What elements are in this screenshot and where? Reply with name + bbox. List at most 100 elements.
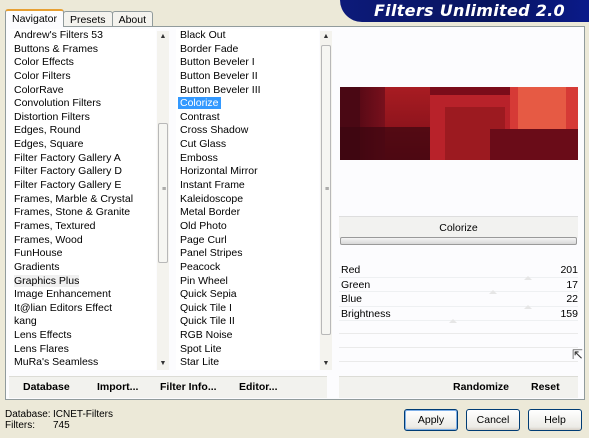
filter-item[interactable]: Contrast bbox=[176, 111, 319, 125]
tab-navigator[interactable]: Navigator bbox=[5, 9, 64, 27]
param-value: 201 bbox=[560, 264, 578, 276]
category-list[interactable]: Andrew's Filters 53 Buttons & Frames Color… bbox=[10, 29, 156, 370]
category-item[interactable]: Filter Factory Gallery E bbox=[10, 179, 156, 193]
tab-presets[interactable]: Presets bbox=[62, 11, 113, 27]
filter-item[interactable]: Button Beveler I bbox=[176, 56, 319, 70]
category-item[interactable]: Edges, Square bbox=[10, 138, 156, 152]
randomize-button[interactable]: Randomize bbox=[453, 381, 509, 393]
filter-item[interactable]: Cross Shadow bbox=[176, 124, 319, 138]
filter-item[interactable]: Button Beveler II bbox=[176, 70, 319, 84]
item-label: Gradients bbox=[14, 260, 60, 273]
filter-item[interactable]: Horizontal Mirror bbox=[176, 165, 319, 179]
item-label: FunHouse bbox=[14, 247, 63, 260]
filter-info-button[interactable]: Filter Info... bbox=[160, 381, 217, 393]
scroll-down-arrow-icon[interactable]: ▼ bbox=[157, 358, 169, 370]
filter-item[interactable]: Emboss bbox=[176, 152, 319, 166]
param-row-blue[interactable]: Blue 22 bbox=[339, 292, 578, 309]
filter-item[interactable]: Quick Tile II bbox=[176, 315, 319, 329]
scroll-thumb[interactable]: ≡ bbox=[321, 45, 331, 335]
filter-item[interactable]: Metal Border bbox=[176, 206, 319, 220]
category-item[interactable]: Filter Factory Gallery D bbox=[10, 165, 156, 179]
mouse-cursor-icon: ⇱ bbox=[572, 347, 583, 362]
item-label: Old Photo bbox=[180, 219, 227, 232]
item-label: Pin Wheel bbox=[180, 274, 228, 287]
category-item[interactable]: Filter Factory Gallery A bbox=[10, 152, 156, 166]
item-label: Frames, Textured bbox=[14, 219, 96, 232]
filter-item[interactable]: Instant Frame bbox=[176, 179, 319, 193]
category-item[interactable]: Edges, Round bbox=[10, 124, 156, 138]
filter-item[interactable]: Cut Glass bbox=[176, 138, 319, 152]
help-button[interactable]: Help bbox=[528, 409, 582, 431]
item-label: Edges, Square bbox=[14, 138, 84, 151]
filter-item[interactable]: Kaleidoscope bbox=[176, 193, 319, 207]
filter-item[interactable]: Old Photo bbox=[176, 220, 319, 234]
category-item[interactable]: Frames, Textured bbox=[10, 220, 156, 234]
param-row-green[interactable]: Green 17 bbox=[339, 278, 578, 294]
category-scrollbar[interactable]: ▲ ≡ ▼ bbox=[157, 31, 169, 370]
apply-button[interactable]: Apply bbox=[404, 409, 458, 431]
category-item[interactable]: MuRa's Seamless bbox=[10, 356, 156, 370]
reset-button[interactable]: Reset bbox=[531, 381, 560, 393]
category-item[interactable]: Lens Effects bbox=[10, 329, 156, 343]
filter-item[interactable]: Button Beveler III bbox=[176, 84, 319, 98]
item-label: Black Out bbox=[180, 29, 226, 41]
item-label: Frames, Marble & Crystal bbox=[14, 192, 134, 205]
database-label: Database: bbox=[5, 409, 51, 420]
scroll-thumb[interactable]: ≡ bbox=[158, 123, 168, 263]
scroll-up-arrow-icon[interactable]: ▲ bbox=[157, 31, 169, 43]
category-item[interactable]: FunHouse bbox=[10, 247, 156, 261]
cancel-button[interactable]: Cancel bbox=[466, 409, 520, 431]
filter-item[interactable]: Black Out bbox=[176, 29, 319, 43]
category-item[interactable]: Frames, Wood bbox=[10, 234, 156, 248]
filter-scrollbar[interactable]: ▲ ≡ ▼ bbox=[320, 31, 332, 370]
item-label: Page Curl bbox=[180, 233, 227, 246]
category-item[interactable]: It@lian Editors Effect bbox=[10, 302, 156, 316]
database-button[interactable]: Database bbox=[23, 381, 70, 393]
item-label: Convolution Filters bbox=[14, 97, 101, 110]
filter-item[interactable]: RGB Noise bbox=[176, 329, 319, 343]
scroll-up-arrow-icon[interactable]: ▲ bbox=[320, 31, 332, 43]
editor-button[interactable]: Editor... bbox=[239, 381, 278, 393]
item-label: Colorize bbox=[178, 97, 221, 110]
category-item[interactable]: kang bbox=[10, 315, 156, 329]
category-item[interactable]: Andrew's Filters 53 bbox=[10, 29, 156, 43]
filter-item[interactable]: Quick Sepia bbox=[176, 288, 319, 302]
category-item[interactable]: Color Effects bbox=[10, 56, 156, 70]
scroll-down-arrow-icon[interactable]: ▼ bbox=[320, 358, 332, 370]
item-label: Filter Factory Gallery D bbox=[14, 165, 122, 178]
category-item[interactable]: Color Filters bbox=[10, 70, 156, 84]
param-row-red[interactable]: Red 201 bbox=[339, 263, 578, 280]
preview-image bbox=[340, 87, 578, 160]
tab-about[interactable]: About bbox=[111, 11, 154, 27]
filter-item[interactable]: Quick Tile I bbox=[176, 302, 319, 316]
category-item[interactable]: Graphics Plus bbox=[10, 274, 156, 289]
filter-item[interactable]: Pin Wheel bbox=[176, 275, 319, 289]
param-row-brightness[interactable]: Brightness 159 bbox=[339, 307, 578, 323]
filter-item[interactable]: Star Lite bbox=[176, 356, 319, 370]
filter-item[interactable]: Peacock bbox=[176, 261, 319, 275]
filter-item[interactable]: Page Curl bbox=[176, 234, 319, 248]
item-label: kang bbox=[14, 315, 37, 328]
category-item[interactable]: Gradients bbox=[10, 261, 156, 275]
filter-item[interactable]: Border Fade bbox=[176, 43, 319, 57]
category-item[interactable]: Image Enhancement bbox=[10, 288, 156, 302]
filter-item[interactable]: Panel Stripes bbox=[176, 247, 319, 261]
category-item[interactable]: Distortion Filters bbox=[10, 111, 156, 125]
current-filter-name: Colorize bbox=[339, 216, 578, 238]
import-button[interactable]: Import... bbox=[97, 381, 138, 393]
filter-list[interactable]: Black Out Border Fade Button Beveler I Butt… bbox=[176, 29, 319, 370]
item-label: RGB Noise bbox=[180, 329, 233, 342]
item-label: It@lian Editors Effect bbox=[14, 301, 113, 314]
item-label: Buttons & Frames bbox=[14, 42, 99, 55]
item-label: Peacock bbox=[180, 260, 221, 273]
category-item[interactable]: ColorRave bbox=[10, 84, 156, 98]
category-item[interactable]: Convolution Filters bbox=[10, 97, 156, 111]
category-item[interactable]: Lens Flares bbox=[10, 343, 156, 357]
category-item[interactable]: Frames, Marble & Crystal bbox=[10, 193, 156, 207]
category-item[interactable]: Buttons & Frames bbox=[10, 43, 156, 57]
filter-item[interactable]: Spot Lite bbox=[176, 343, 319, 357]
slider-marker-icon[interactable] bbox=[449, 319, 457, 323]
category-item[interactable]: Frames, Stone & Granite bbox=[10, 206, 156, 220]
filters-count-value: 745 bbox=[53, 420, 70, 431]
filter-item[interactable]: Colorize bbox=[176, 97, 319, 111]
